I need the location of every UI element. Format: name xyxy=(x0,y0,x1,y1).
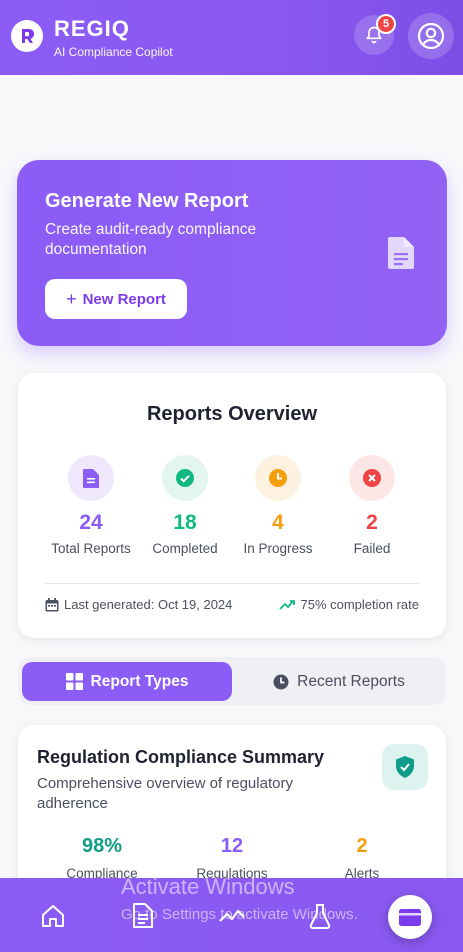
generate-title: Generate New Report xyxy=(45,190,249,212)
calendar-icon xyxy=(45,597,59,611)
stat-value: 18 xyxy=(173,511,197,534)
stat-total-reports: 24 Total Reports xyxy=(41,455,141,556)
stat-label: Failed xyxy=(353,541,391,556)
home-icon xyxy=(42,905,64,927)
shield-check-icon xyxy=(382,744,428,790)
error-circle-icon xyxy=(349,455,395,501)
summary-stat-alerts: 2 Alerts xyxy=(297,835,427,881)
summary-stat-value: 12 xyxy=(220,835,244,857)
stat-completed: 18 Completed xyxy=(135,455,235,556)
stat-label: Completed xyxy=(152,541,218,556)
stat-label: Total Reports xyxy=(51,541,131,556)
stat-in-progress: 4 In Progress xyxy=(228,455,328,556)
tab-report-types-label: Report Types xyxy=(90,672,189,690)
wallet-icon xyxy=(399,909,421,926)
clock-icon xyxy=(255,455,301,501)
watermark-subtitle: Go to Settings to activate Windows. xyxy=(121,906,358,923)
stat-label: In Progress xyxy=(243,541,313,556)
report-tabs: Report Types Recent Reports xyxy=(18,657,446,705)
tab-recent-reports[interactable]: Recent Reports xyxy=(236,662,442,701)
completion-rate: 75% completion rate xyxy=(279,597,419,612)
summary-stat-value: 98% xyxy=(81,835,123,857)
grid-icon xyxy=(65,673,83,690)
nav-home[interactable] xyxy=(40,903,66,934)
document-icon xyxy=(388,237,414,274)
summary-stat-value: 2 xyxy=(356,835,368,857)
user-icon xyxy=(417,22,445,50)
logo-icon xyxy=(22,28,35,43)
brand-name: REGIQ xyxy=(54,16,130,41)
completion-rate-text: 75% completion rate xyxy=(300,597,419,612)
new-report-label: New Report xyxy=(82,290,166,308)
generate-report-card: Generate New Report Create audit-ready c… xyxy=(17,160,447,346)
generate-subtitle: Create audit-ready compliance documentat… xyxy=(45,221,257,258)
last-generated: Last generated: Oct 19, 2024 xyxy=(45,597,232,612)
check-circle-icon xyxy=(162,455,208,501)
stat-value: 4 xyxy=(272,511,284,534)
file-icon xyxy=(68,455,114,501)
divider xyxy=(45,583,419,584)
new-report-button[interactable]: + New Report xyxy=(45,279,187,319)
tab-recent-reports-label: Recent Reports xyxy=(297,672,405,690)
history-icon xyxy=(273,674,289,689)
stat-failed: 2 Failed xyxy=(322,455,422,556)
summary-description: Comprehensive overview of regulatory adh… xyxy=(37,775,293,812)
trending-up-icon xyxy=(279,599,296,610)
watermark-title: Activate Windows xyxy=(121,874,295,899)
profile-button[interactable] xyxy=(408,13,454,59)
summary-title: Regulation Compliance Summary xyxy=(37,747,325,767)
tab-report-types[interactable]: Report Types xyxy=(22,662,232,701)
stat-value: 24 xyxy=(79,511,103,534)
logo xyxy=(11,20,43,52)
reports-overview-card: Reports Overview 24 Total Reports 18 Com… xyxy=(18,373,446,638)
plus-icon: + xyxy=(66,288,77,309)
notification-count-badge: 5 xyxy=(376,14,396,34)
stat-value: 2 xyxy=(366,511,378,534)
last-generated-text: Last generated: Oct 19, 2024 xyxy=(64,597,233,612)
wallet-button[interactable] xyxy=(388,895,432,939)
brand-tagline: AI Compliance Copilot xyxy=(54,45,173,59)
overview-title: Reports Overview xyxy=(146,403,318,425)
